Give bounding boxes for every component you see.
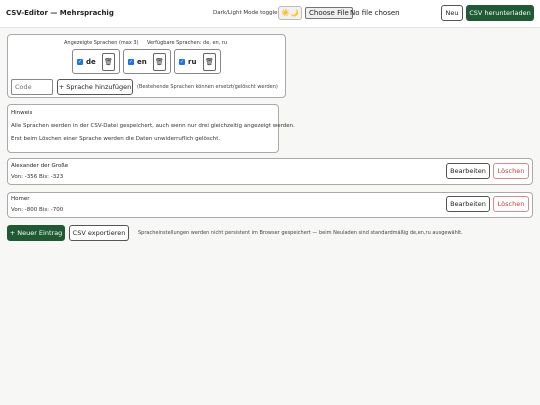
language-item-de: ✓ de 🗑 — [72, 49, 120, 74]
new-entry-button[interactable]: + Neuer Eintrag — [7, 225, 65, 241]
delete-button[interactable]: Löschen — [493, 163, 529, 179]
language-code: de — [86, 58, 96, 66]
shown-languages-label: Angezeigte Sprachen (max 3) — [64, 40, 139, 46]
trash-icon[interactable]: 🗑 — [153, 53, 166, 71]
checkbox-ru[interactable]: ✓ — [179, 59, 185, 65]
checkbox-en[interactable]: ✓ — [128, 59, 134, 65]
language-item-en: ✓ en 🗑 — [123, 49, 171, 74]
language-item-ru: ✓ ru 🗑 — [174, 49, 221, 74]
language-code: ru — [188, 58, 197, 66]
add-language-hint: (Bestehende Sprachen können ersetzt/gelö… — [137, 84, 278, 90]
notice-line: Alle Sprachen werden in der CSV-Datei ge… — [11, 123, 295, 129]
file-status: No file chosen — [350, 9, 400, 17]
trash-icon[interactable]: 🗑 — [102, 53, 115, 71]
language-code-input[interactable] — [11, 79, 53, 95]
entry-dates: Von: -800 Bis: -700 — [11, 207, 64, 213]
theme-toggle-button[interactable]: ☀️🌙 — [278, 6, 302, 20]
available-languages-label: Verfügbare Sprachen: de, en, ru — [147, 40, 228, 46]
language-code: en — [137, 58, 147, 66]
trash-icon[interactable]: 🗑 — [203, 53, 216, 71]
choose-file-button[interactable]: Choose File — [305, 7, 353, 19]
add-language-button[interactable]: + Sprache hinzufügen — [57, 79, 133, 95]
notice-line: Erst beim Löschen einer Sprache werden d… — [11, 136, 221, 142]
export-csv-button[interactable]: CSV exportieren — [69, 225, 129, 241]
theme-toggle-label: Dark/Light Mode toggle — [213, 10, 278, 16]
checkbox-de[interactable]: ✓ — [77, 59, 83, 65]
entry-name: Alexander der Große — [11, 163, 69, 169]
settings-note: Spracheinstellungen werden nicht persist… — [138, 230, 463, 236]
new-button[interactable]: Neu — [441, 5, 463, 21]
entry-dates: Von: -356 Bis: -323 — [11, 174, 64, 180]
download-csv-button[interactable]: CSV herunterladen — [466, 5, 534, 21]
notice-title: Hinweis — [11, 110, 33, 116]
edit-button[interactable]: Bearbeiten — [446, 196, 490, 212]
top-bar: CSV-Editor — Mehrsprachig Dark/Light Mod… — [0, 0, 540, 28]
delete-button[interactable]: Löschen — [493, 196, 529, 212]
entry-name: Homer — [11, 196, 30, 202]
app-title: CSV-Editor — Mehrsprachig — [6, 9, 114, 17]
edit-button[interactable]: Bearbeiten — [446, 163, 490, 179]
